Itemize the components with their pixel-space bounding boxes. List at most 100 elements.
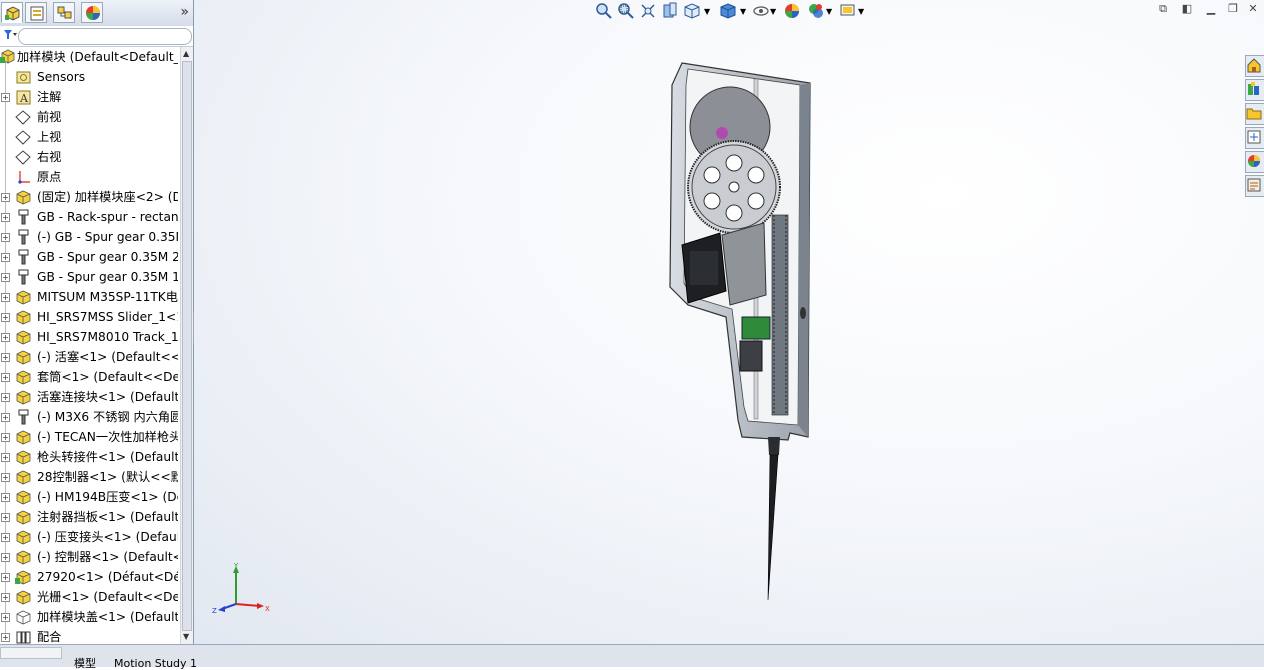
- expand-toggle-icon[interactable]: +: [1, 293, 10, 302]
- apply-scene-icon[interactable]: [806, 1, 826, 21]
- tree-item[interactable]: +27920<1> (Défaut<Défa: [0, 567, 178, 587]
- expand-toggle-icon[interactable]: +: [1, 373, 10, 382]
- tree-item[interactable]: + 加样模块盖<1> (Default<: [0, 607, 178, 627]
- previous-view-icon[interactable]: [638, 1, 658, 21]
- scroll-down-icon[interactable]: ▼: [183, 632, 189, 641]
- tree-item[interactable]: + HI_SRS7MSS Slider_1<1:: [0, 307, 178, 327]
- zoom-to-area-icon[interactable]: [616, 1, 636, 21]
- view-palette-tab[interactable]: [1245, 127, 1264, 149]
- expand-toggle-icon[interactable]: +: [1, 513, 10, 522]
- tree-item[interactable]: + GB - Spur gear 0.35M 17: [0, 267, 178, 287]
- chevron-down-icon[interactable]: ▼: [770, 7, 776, 16]
- expand-toggle-icon[interactable]: +: [1, 533, 10, 542]
- tree-item[interactable]: + MITSUM M35SP-11TK电: [0, 287, 178, 307]
- section-view-icon[interactable]: [660, 1, 680, 21]
- scroll-thumb[interactable]: [182, 61, 192, 631]
- tree-root[interactable]: 加样模块 (Default<Default_D: [0, 47, 178, 67]
- expand-toggle-icon[interactable]: +: [1, 393, 10, 402]
- tree-item[interactable]: + (-) TECAN一次性加样枪头: [0, 427, 178, 447]
- expand-toggle-icon[interactable]: +: [1, 453, 10, 462]
- expand-toggle-icon[interactable]: +: [1, 313, 10, 322]
- edit-appearance-icon[interactable]: [782, 1, 802, 21]
- tree-item[interactable]: + 套筒<1> (Default<<Defa: [0, 367, 178, 387]
- appearances-tab[interactable]: [1245, 151, 1264, 173]
- expand-toggle-icon[interactable]: +: [1, 633, 10, 642]
- tab-feature-manager[interactable]: [1, 2, 23, 23]
- expand-toggle-icon[interactable]: +: [1, 573, 10, 582]
- tree-item[interactable]: + (-) 压变接头<1> (Default: [0, 527, 178, 547]
- home-icon: [1247, 58, 1261, 73]
- expand-toggle-icon[interactable]: +: [1, 93, 10, 102]
- tree-item[interactable]: + 注射器挡板<1> (Default<: [0, 507, 178, 527]
- custom-properties-tab[interactable]: [1245, 175, 1264, 197]
- tree-item[interactable]: + GB - Spur gear 0.35M 29: [0, 247, 178, 267]
- filter-bar: [0, 26, 193, 47]
- panel-more-button[interactable]: »: [180, 4, 189, 20]
- tree-item[interactable]: 上视: [0, 127, 178, 147]
- filter-input[interactable]: [18, 28, 192, 45]
- expand-toggle-icon[interactable]: +: [1, 553, 10, 562]
- scroll-up-icon[interactable]: ▲: [183, 49, 189, 58]
- restore-icon[interactable]: ❐: [1226, 2, 1240, 16]
- zoom-to-fit-icon[interactable]: [594, 1, 614, 21]
- file-explorer-tab[interactable]: [1245, 103, 1264, 125]
- minimize-icon[interactable]: ▁: [1204, 2, 1218, 16]
- display-style-icon[interactable]: [718, 1, 738, 21]
- hide-show-items-icon[interactable]: [752, 1, 772, 21]
- expand-toggle-icon[interactable]: +: [1, 413, 10, 422]
- tab-model[interactable]: 模型: [74, 658, 96, 669]
- chevron-down-icon[interactable]: ▼: [740, 7, 746, 16]
- tree-item[interactable]: + 枪头转接件<1> (Default<: [0, 447, 178, 467]
- expand-toggle-icon[interactable]: +: [1, 253, 10, 262]
- horizontal-scrollbar[interactable]: [0, 647, 62, 659]
- expand-toggle-icon[interactable]: +: [1, 353, 10, 362]
- tab-property-manager[interactable]: [25, 2, 47, 23]
- tree-item[interactable]: + 光栅<1> (Default<<Defa: [0, 587, 178, 607]
- tree-item[interactable]: + (-) 控制器<1> (Default<<: [0, 547, 178, 567]
- expand-toggle-icon[interactable]: +: [1, 213, 10, 222]
- expand-toggle-icon[interactable]: +: [1, 233, 10, 242]
- expand-toggle-icon[interactable]: +: [1, 333, 10, 342]
- tile-horizontal-icon[interactable]: ⧉: [1156, 2, 1170, 16]
- tree-item[interactable]: + (-) 活塞<1> (Default<<D: [0, 347, 178, 367]
- view-settings-icon[interactable]: [838, 1, 858, 21]
- tab-display-manager[interactable]: [81, 2, 103, 23]
- tree-item[interactable]: + (固定) 加样模块座<2> (De: [0, 187, 178, 207]
- graphics-area[interactable]: ▼ ▼ ▼ ▼ ▼ ⧉ ◧ ▁ ❐ ✕ Y X Z: [194, 0, 1264, 644]
- tree-item[interactable]: 原点: [0, 167, 178, 187]
- expand-toggle-icon[interactable]: +: [1, 593, 10, 602]
- expand-toggle-icon[interactable]: +: [1, 493, 10, 502]
- close-icon[interactable]: ✕: [1246, 2, 1260, 16]
- appearances-icon: [1248, 155, 1260, 167]
- tree-item[interactable]: 右视: [0, 147, 178, 167]
- expand-toggle-icon[interactable]: +: [1, 433, 10, 442]
- tree-scrollbar[interactable]: ▲ ▼: [180, 47, 193, 644]
- tile-vertical-icon[interactable]: ◧: [1180, 2, 1194, 16]
- view-orientation-icon[interactable]: [682, 1, 702, 21]
- expand-toggle-icon[interactable]: +: [1, 613, 10, 622]
- design-library-tab[interactable]: [1245, 79, 1264, 101]
- tree-item[interactable]: + (-) GB - Spur gear 0.35M: [0, 227, 178, 247]
- tab-configuration-manager[interactable]: [53, 2, 75, 23]
- tree-item[interactable]: + (-) HM194B压变<1> (De: [0, 487, 178, 507]
- expand-toggle-icon[interactable]: +: [1, 473, 10, 482]
- tree-item[interactable]: Sensors: [0, 67, 178, 87]
- tree-item[interactable]: + HI_SRS7M8010 Track_1<: [0, 327, 178, 347]
- tree-item[interactable]: + 配合: [0, 627, 178, 644]
- chevron-down-icon[interactable]: ▼: [826, 7, 832, 16]
- assembly-model-view[interactable]: [660, 55, 840, 603]
- expand-toggle-icon[interactable]: +: [1, 193, 10, 202]
- tree-item[interactable]: + GB - Rack-spur - rectang: [0, 207, 178, 227]
- tree-item[interactable]: + 活塞连接块<1> (Default<: [0, 387, 178, 407]
- chevron-down-icon[interactable]: ▼: [858, 7, 864, 16]
- solidworks-resources-tab[interactable]: [1245, 55, 1264, 77]
- tab-motion-study[interactable]: Motion Study 1: [114, 658, 197, 669]
- tree-item[interactable]: 前视: [0, 107, 178, 127]
- filter-icon[interactable]: [3, 29, 17, 41]
- chevron-down-icon[interactable]: ▼: [704, 7, 710, 16]
- tree-item[interactable]: + (-) M3X6 不锈钢 内六角圆: [0, 407, 178, 427]
- toolbox-part-icon: [18, 269, 29, 285]
- tree-item[interactable]: +28控制器<1> (默认<<默认: [0, 467, 178, 487]
- expand-toggle-icon[interactable]: +: [1, 273, 10, 282]
- tree-item[interactable]: + A 注解: [0, 87, 178, 107]
